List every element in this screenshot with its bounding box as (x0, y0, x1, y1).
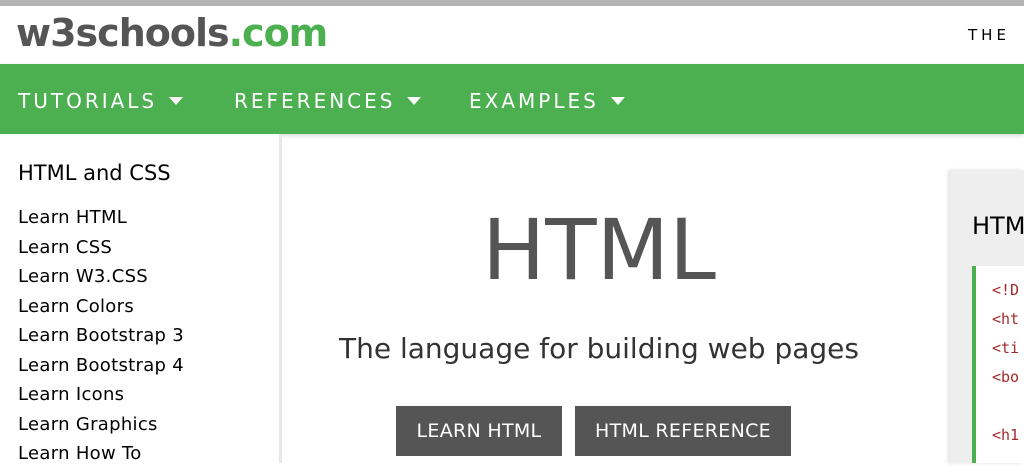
nav-tutorials-menu[interactable]: TUTORIALS (18, 89, 184, 113)
sidebar-item-learn-howto[interactable]: Learn How To (18, 443, 184, 473)
caret-down-icon (407, 97, 422, 105)
site-logo[interactable]: w3schools.com (16, 8, 329, 58)
top-navbar: TUTORIALS REFERENCES EXAMPLES (0, 64, 1024, 134)
nav-examples-label: EXAMPLES (469, 89, 599, 113)
html-reference-button[interactable]: HTML REFERENCE (575, 406, 791, 456)
code-line: <bo (992, 368, 1020, 386)
caret-down-icon (610, 97, 625, 105)
sidebar-item-learn-graphics[interactable]: Learn Graphics (18, 414, 184, 444)
sidebar-item-learn-colors[interactable]: Learn Colors (18, 296, 184, 326)
nav-examples-menu[interactable]: EXAMPLES (469, 89, 625, 113)
site-header: w3schools.com THE (0, 6, 1024, 64)
hero-subtitle: The language for building web pages (338, 332, 859, 365)
logo-text-domain: .com (228, 11, 329, 55)
code-line: <!D (992, 281, 1020, 299)
sidebar-item-learn-w3css[interactable]: Learn W3.CSS (18, 266, 184, 296)
sidebar-heading: HTML and CSS (18, 161, 171, 185)
main-content: HTML The language for building web pages… (282, 134, 932, 463)
nav-tutorials-label: TUTORIALS (18, 89, 158, 113)
sidebar-list: Learn HTML Learn CSS Learn W3.CSS Learn … (18, 207, 184, 473)
sidebar-item-learn-icons[interactable]: Learn Icons (18, 384, 184, 414)
logo-text-main: w3schools (16, 11, 230, 55)
sidebar: HTML and CSS Learn HTML Learn CSS Learn … (0, 134, 282, 464)
hero-title: HTML (482, 201, 716, 299)
sidebar-item-learn-bootstrap4[interactable]: Learn Bootstrap 4 (18, 355, 184, 385)
code-line: <h1 (992, 426, 1020, 444)
code-line: <ht (992, 310, 1020, 328)
example-title: HTM (972, 212, 1024, 240)
sidebar-item-learn-html[interactable]: Learn HTML (18, 207, 184, 237)
header-tagline: THE (968, 26, 1010, 44)
caret-down-icon (169, 97, 184, 105)
learn-html-button[interactable]: LEARN HTML (396, 406, 562, 456)
nav-references-label: REFERENCES (234, 89, 396, 113)
code-example: <!D <ht <ti <bo <h1 (972, 266, 1024, 463)
example-panel: HTM <!D <ht <ti <bo <h1 (950, 170, 1024, 463)
nav-references-menu[interactable]: REFERENCES (234, 89, 422, 113)
code-line: <ti (992, 339, 1020, 357)
sidebar-item-learn-css[interactable]: Learn CSS (18, 237, 184, 267)
sidebar-item-learn-bootstrap3[interactable]: Learn Bootstrap 3 (18, 325, 184, 355)
